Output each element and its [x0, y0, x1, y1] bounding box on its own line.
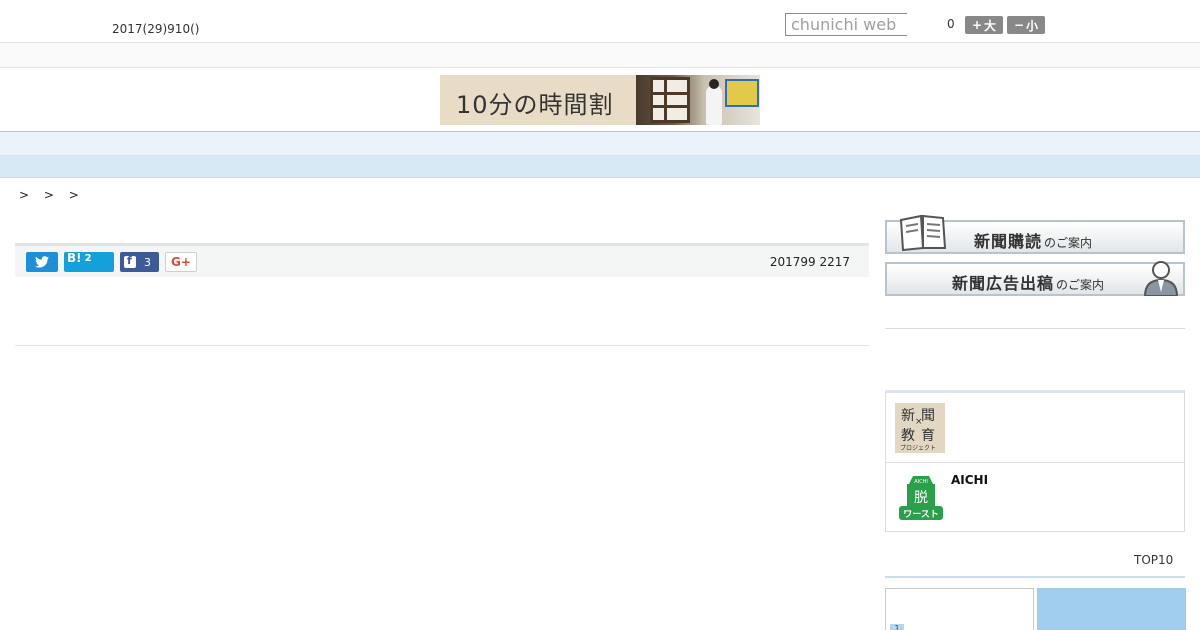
hatena-bookmark-button[interactable]: B! 2 [64, 251, 114, 272]
top-utility-bar: 2017(29)910() 0 + 大 − 小 [0, 0, 1200, 43]
screen-graphic [725, 79, 759, 107]
breadcrumb-separator: > [43, 188, 57, 202]
promo-banner[interactable]: 10分の時間割 [440, 75, 760, 125]
advertising-sub-text: のご案内 [1056, 278, 1105, 292]
font-size-value: 0 [947, 17, 955, 31]
businessman-icon [1143, 261, 1179, 296]
advertising-main-text: 新聞広告出稿 [952, 274, 1055, 293]
ranking-number-badge: 1 [890, 624, 904, 630]
sidebar-divider [885, 328, 1185, 329]
font-larger-label: 大 [984, 18, 997, 33]
minus-icon: − [1013, 18, 1025, 32]
subscription-banner[interactable]: 新聞購読 のご案内 [885, 214, 1185, 254]
font-smaller-button[interactable]: − 小 [1007, 16, 1045, 34]
aichi-logo-mid-text: 脱 [914, 490, 928, 506]
facebook-count: 3 [144, 255, 151, 269]
article-divider [15, 345, 869, 346]
hatena-count: 2 [84, 252, 92, 264]
sidebar-link-box: 新聞 × 教育 プロジェクト AICHI 脱 ワースト AICHI [885, 390, 1185, 532]
article-date: 201799 2217 [769, 255, 850, 269]
ranking-tab-inactive[interactable] [1037, 588, 1186, 630]
share-bar: B! 2 3 G+ 201799 2217 [15, 243, 869, 277]
aichi-worst-logo: AICHI 脱 ワースト [899, 476, 943, 520]
plus-icon: + [971, 18, 983, 32]
breadcrumb-separator: > [68, 188, 82, 202]
twitter-bird-icon [35, 256, 49, 268]
aichi-link[interactable]: AICHI 脱 ワースト AICHI [886, 464, 1184, 534]
advertising-banner[interactable]: 新聞広告出稿 のご案内 [885, 261, 1185, 296]
search-input[interactable] [785, 13, 907, 36]
education-project-link[interactable]: 新聞 × 教育 プロジェクト [886, 393, 1184, 463]
header-sub-bar [0, 43, 1200, 68]
ranking-tab-active[interactable] [885, 588, 1034, 630]
advertising-banner-label: 新聞広告出稿 のご案内 [952, 270, 1104, 294]
google-plus-icon: G+ [171, 255, 191, 269]
ranking-top10-link[interactable]: TOP10 [1134, 553, 1173, 567]
main-nav [0, 131, 1200, 156]
twitter-share-button[interactable] [26, 252, 58, 272]
font-larger-button[interactable]: + 大 [965, 16, 1003, 34]
person-graphic [706, 79, 722, 125]
edu-logo-row3: プロジェクト [900, 445, 937, 452]
ranking-divider [885, 576, 1185, 578]
aichi-logo-bottom-text: ワースト [903, 509, 939, 520]
facebook-icon [124, 254, 136, 268]
google-plus-share-button[interactable]: G+ [165, 252, 197, 272]
hatena-icon: B! [67, 251, 82, 265]
window-graphic [650, 77, 690, 123]
sub-nav [0, 156, 1200, 178]
subscription-sub-text: のご案内 [1044, 236, 1093, 250]
edu-logo-row2: 教育 [901, 428, 941, 444]
promo-banner-title: 10分の時間割 [456, 91, 614, 119]
subscription-main-text: 新聞購読 [974, 232, 1043, 251]
facebook-share-button[interactable]: 3 [120, 252, 159, 272]
current-date: 2017(29)910() [112, 22, 200, 36]
newspaper-book-icon [899, 214, 947, 252]
subscription-banner-label: 新聞購読 のご案内 [974, 228, 1092, 252]
breadcrumb-separator: > [19, 188, 33, 202]
education-project-logo: 新聞 × 教育 プロジェクト [895, 403, 945, 453]
font-smaller-label: 小 [1026, 18, 1039, 33]
aichi-title: AICHI [951, 473, 989, 487]
breadcrumb: > > > [19, 188, 87, 202]
